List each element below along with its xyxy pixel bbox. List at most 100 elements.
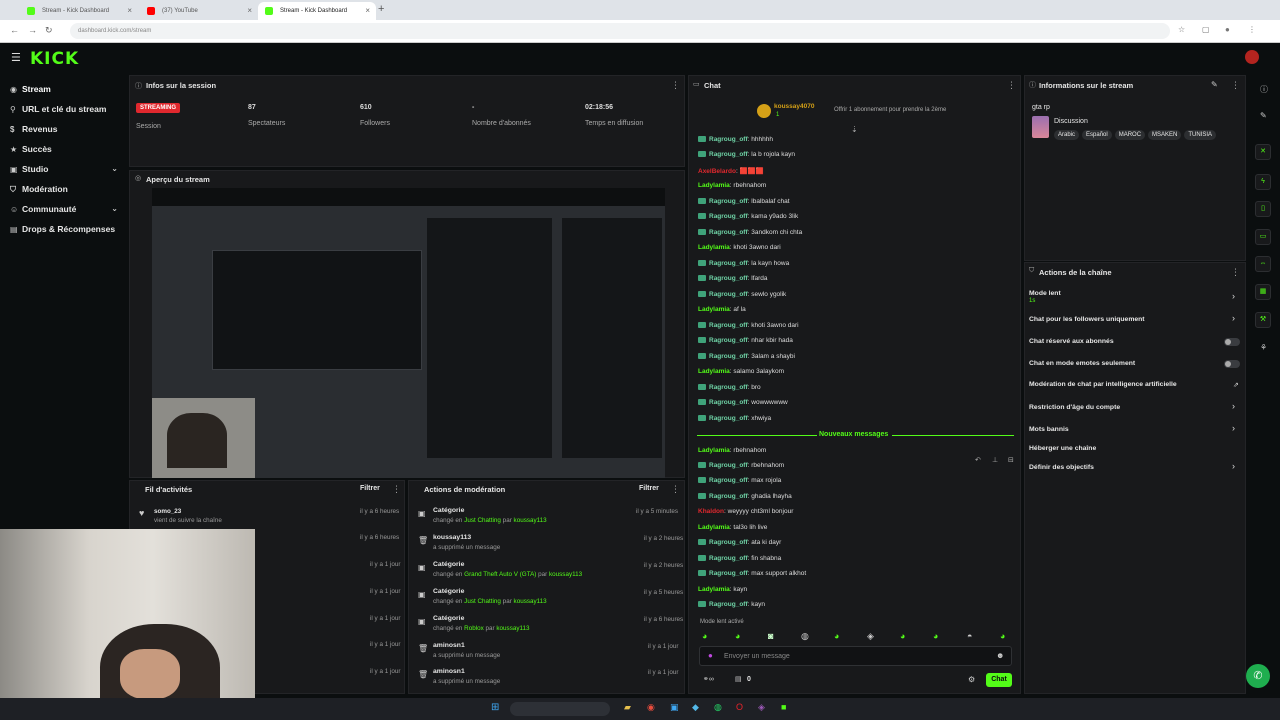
chat-username[interactable]: Ragroug_off [709,477,748,484]
sidebar-item-community[interactable]: ☺ Communauté ⌄ [10,201,122,217]
more-options-icon[interactable]: ⋮ [1007,80,1016,91]
browser-tab[interactable]: Stream - Kick Dashboard × [20,2,138,20]
chat-username[interactable]: Ragroug_off [709,493,748,500]
taskbar-search[interactable] [510,702,610,716]
tag[interactable]: Español [1082,130,1112,140]
more-options-icon[interactable]: ⋮ [671,484,680,495]
app-icon[interactable]: ◆ [692,702,699,713]
chevron-right-icon[interactable]: › [1232,423,1235,433]
chat-username[interactable]: Ragroug_off [709,337,748,344]
chat-message[interactable]: Ragroug_off: fin shabna [698,555,781,562]
chat-username[interactable]: Ragroug_off [709,570,748,577]
scroll-down-icon[interactable]: ⇣ [851,125,858,134]
chat-username[interactable]: Ragroug_off [709,415,748,422]
kick-logo[interactable]: KICK [30,49,79,69]
chat-username[interactable]: AxelBelardo [698,168,736,175]
chevron-right-icon[interactable]: › [1232,313,1235,323]
chat-input[interactable]: ● Envoyer un message ☻ [699,646,1012,666]
menu-icon[interactable]: ⋮ [1248,25,1256,34]
app-icon[interactable]: ▣ [670,702,679,713]
chat-message[interactable]: Ragroug_off: khoti 3awno dari [698,322,799,329]
chat-username[interactable]: Ladylamia [698,586,730,593]
profile-icon[interactable]: ● [1225,25,1230,34]
sidebar-item-stream[interactable]: ◉ Stream [10,81,122,97]
chat-message[interactable]: AxelBelardo: 🟥🟥🟥 [698,167,764,175]
age-restriction-setting[interactable]: Restriction d'âge du compte [1029,404,1120,411]
chat-message[interactable]: Ragroug_off: kayn [698,601,765,608]
chat-message[interactable]: Ladylamia: tal3o lih live [698,524,767,531]
rail-edit-icon[interactable]: ✎ [1260,111,1267,120]
chat-message[interactable]: Ragroug_off: kama y9ado 3lik [698,213,798,220]
emote-icon[interactable]: ◕ [1000,631,1005,641]
chat-username[interactable]: Ladylamia [698,447,730,454]
close-tab-icon[interactable]: × [365,2,370,20]
sidebar-item-drops[interactable]: ▤ Drops & Récompenses [10,221,122,237]
external-link-icon[interactable]: ⇗ [1233,381,1239,389]
chat-message[interactable]: Ragroug_off: sewlo ygolik [698,291,786,298]
chat-username[interactable]: Ragroug_off [709,384,748,391]
chat-message[interactable]: Ragroug_off: wowwwwww [698,399,788,406]
chat-username[interactable]: Ragroug_off [709,353,748,360]
set-goals-setting[interactable]: Définir des objectifs [1029,464,1094,471]
tag[interactable]: TUNISIA [1184,130,1217,140]
emotes-only-toggle[interactable] [1224,360,1240,368]
windows-start-icon[interactable]: ⊞ [491,702,499,713]
emote-icon[interactable]: ◕ [834,631,839,641]
chat-username[interactable]: Ragroug_off [709,291,748,298]
chat-username[interactable]: Ragroug_off [709,260,748,267]
followers-only-setting[interactable]: Chat pour les followers uniquement [1029,316,1145,323]
chat-username[interactable]: Ragroug_off [709,539,748,546]
moderation-filter-button[interactable]: Filtrer [639,485,659,492]
rail-wrench-icon[interactable]: ⚒ [1255,312,1271,328]
chat-username[interactable]: Ragroug_off [709,322,748,329]
chat-message[interactable]: Ragroug_off: max support alkhot [698,570,806,577]
new-tab-button[interactable]: + [378,3,384,15]
chat-message[interactable]: Ladylamia: rbehnahom [698,182,766,189]
more-options-icon[interactable]: ⋮ [671,80,680,91]
sidebar-item-studio[interactable]: ▣ Studio ⌄ [10,161,122,177]
chat-message[interactable]: Ladylamia: kayn [698,586,747,593]
tag[interactable]: MAROC [1114,130,1146,140]
chat-username[interactable]: Ragroug_off [709,399,748,406]
browser-tab-active[interactable]: Stream - Kick Dashboard × [258,2,376,20]
chevron-right-icon[interactable]: › [1232,401,1235,411]
chat-username[interactable]: Ladylamia [698,182,730,189]
bookmark-star-icon[interactable]: ☆ [1178,25,1185,34]
emote-icon[interactable]: ◓ [967,631,972,641]
slow-mode-setting[interactable]: Mode lent [1029,290,1061,297]
ai-moderation-setting[interactable]: Modération de chat par intelligence arti… [1029,381,1177,388]
rail-close-icon[interactable]: ✕ [1255,144,1271,160]
host-channel-setting[interactable]: Héberger une chaîne [1029,445,1096,452]
opera-icon[interactable]: O [736,702,743,712]
chat-message[interactable]: Khaldon: weyyyy cht3ml bonjour [698,508,793,515]
emotes-only-setting[interactable]: Chat en mode emotes seulement [1029,360,1135,367]
rail-nodes-icon[interactable]: ⚘ [1260,343,1267,352]
chat-username[interactable]: Ladylamia [698,244,730,251]
chevron-right-icon[interactable]: › [1232,291,1235,301]
emote-icon[interactable]: ◈ [867,631,874,642]
chat-username[interactable]: Ragroug_off [709,275,748,282]
tag[interactable]: Arabic [1054,130,1080,140]
url-field[interactable]: dashboard.kick.com/stream [70,23,1170,39]
activity-filter-button[interactable]: Filtrer [360,485,380,492]
rail-flash-icon[interactable]: ϟ [1255,174,1271,190]
rail-grid-icon[interactable]: ▦ [1255,284,1271,300]
more-options-icon[interactable]: ⋮ [1231,267,1240,278]
chat-message[interactable]: Ragroug_off: lfarda [698,275,768,282]
banned-words-setting[interactable]: Mots bannis [1029,426,1069,433]
chat-message[interactable]: Ragroug_off: lbalbalaf chat [698,198,790,205]
chat-message[interactable]: Ragroug_off: bro [698,384,761,391]
pin-icon[interactable]: ⊥ [992,456,998,464]
user-avatar[interactable] [1245,50,1259,64]
emote-icon[interactable]: ◕ [702,631,707,641]
chat-message[interactable]: Ragroug_off: 3alam a shaybi [698,353,795,360]
delete-icon[interactable]: ⊟ [1008,456,1014,464]
chevron-right-icon[interactable]: › [1232,461,1235,471]
chat-username[interactable]: Ragroug_off [709,213,748,220]
chat-username[interactable]: Ladylamia [698,524,730,531]
chat-message[interactable]: Ladylamia: khoti 3awno dari [698,244,781,251]
chat-username[interactable]: Ragroug_off [709,198,748,205]
rail-info-icon[interactable]: ⓘ [1260,84,1268,95]
whatsapp-icon[interactable]: ◍ [714,702,722,713]
extensions-icon[interactable]: ▢ [1202,25,1210,34]
